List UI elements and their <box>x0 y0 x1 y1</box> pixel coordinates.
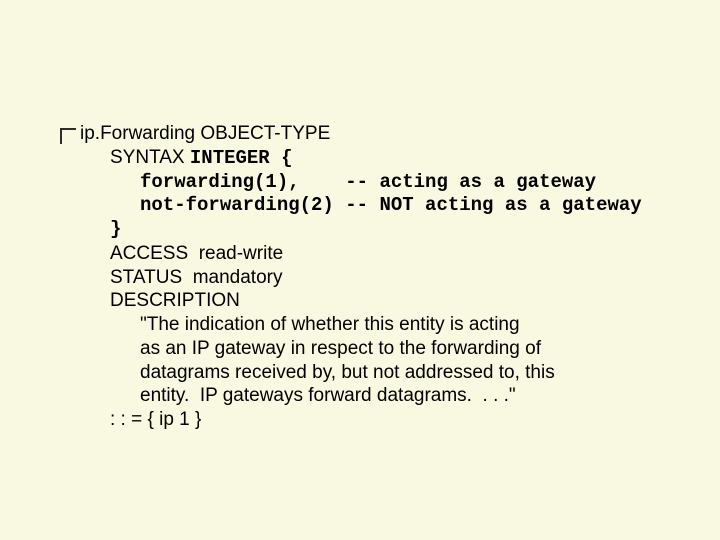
access-line: ACCESS read-write <box>110 242 642 266</box>
mib-definition-block: ip.Forwarding OBJECT-TYPE SYNTAX INTEGER… <box>80 122 642 432</box>
object-type-keyword: OBJECT-TYPE <box>200 123 330 144</box>
access-value: read-write <box>199 243 283 264</box>
object-header: ip.Forwarding OBJECT-TYPE <box>80 122 642 146</box>
status-line: STATUS mandatory <box>110 266 642 290</box>
slide: ip.Forwarding OBJECT-TYPE SYNTAX INTEGER… <box>0 0 720 540</box>
object-name: ip.Forwarding <box>80 123 195 144</box>
close-brace: } <box>110 218 642 242</box>
corner-accent-icon <box>60 128 76 144</box>
enum-forwarding: forwarding(1), -- acting as a gateway <box>140 171 642 195</box>
description-line-4: entity. IP gateways forward datagrams. .… <box>140 384 642 408</box>
status-value: mandatory <box>193 267 283 288</box>
enum-not-forwarding: not-forwarding(2) -- NOT acting as a gat… <box>140 194 642 218</box>
description-line-2: as an IP gateway in respect to the forwa… <box>140 337 642 361</box>
oid-assignment: : : = { ip 1 } <box>110 408 642 432</box>
access-keyword: ACCESS <box>110 243 188 264</box>
description-keyword: DESCRIPTION <box>110 289 642 313</box>
syntax-type: INTEGER { <box>190 147 293 169</box>
syntax-line: SYNTAX INTEGER { <box>110 146 642 171</box>
description-line-3: datagrams received by, but not addressed… <box>140 361 642 385</box>
description-line-1: "The indication of whether this entity i… <box>140 313 642 337</box>
syntax-keyword: SYNTAX <box>110 147 185 168</box>
status-keyword: STATUS <box>110 267 182 288</box>
